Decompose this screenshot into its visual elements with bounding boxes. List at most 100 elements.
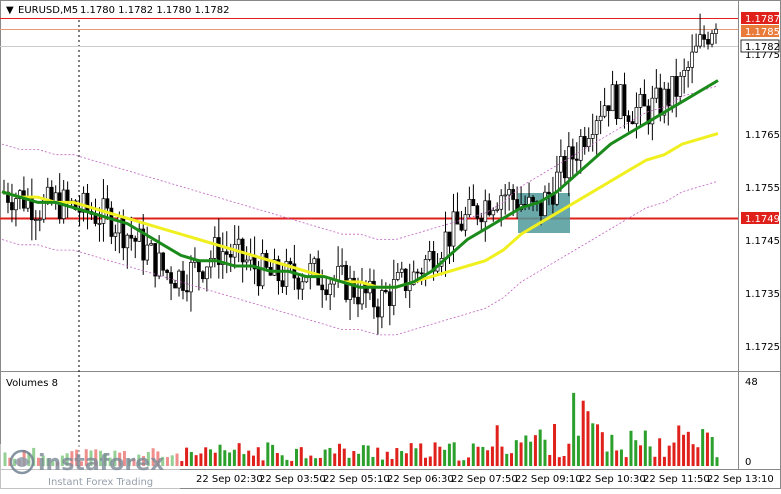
volume-bar [213, 452, 217, 466]
candle-body [559, 156, 563, 173]
time-label: 22 Sep 02:30 [196, 474, 263, 485]
price-tick: 1.1755 [745, 183, 780, 194]
time-label: 22 Sep 06:30 [387, 474, 454, 485]
volume-bar [576, 435, 580, 466]
volume-bar [366, 445, 370, 466]
candle-body [85, 192, 90, 212]
candle-body [555, 171, 559, 205]
badge-top-red-label: 1.1787 [745, 14, 780, 25]
candle-body [45, 186, 50, 201]
volume-bar [495, 425, 499, 466]
logo-brand: instaforex [38, 451, 164, 476]
candle-body [387, 291, 392, 307]
candle-body [634, 107, 639, 125]
candle-body [570, 146, 575, 160]
logo-tagline: Instant Forex Trading [48, 477, 153, 488]
time-label: 22 Sep 13:10 [707, 474, 774, 485]
badge-level-label: 1.1749 [745, 214, 780, 225]
candle-body [296, 277, 301, 290]
candle-body [574, 158, 579, 161]
candle-body [97, 223, 102, 225]
volume-bar [189, 452, 193, 466]
volume-bar [600, 432, 604, 466]
candle-body [451, 211, 456, 247]
volume-bar [514, 440, 518, 466]
candle-body [423, 259, 428, 275]
candle-body [125, 234, 130, 249]
volume-bar [615, 450, 619, 466]
candle-body [702, 34, 706, 40]
volume-bar [390, 458, 394, 466]
volume-bar [232, 449, 236, 466]
candle-body [539, 202, 543, 217]
candle-body [165, 269, 169, 273]
candle-body [419, 272, 424, 275]
volume-bar [333, 453, 337, 466]
volume-bar [648, 446, 652, 466]
volume-bar [290, 460, 294, 466]
candle-body [407, 284, 412, 292]
volume-bar [185, 447, 189, 466]
candle-body [531, 196, 535, 202]
volume-bar [710, 437, 714, 466]
volume-bar [261, 460, 265, 466]
candle-body [244, 259, 249, 263]
candle-body [483, 200, 488, 223]
volume-bar [548, 454, 552, 466]
header-arrow-icon[interactable]: ▼ [6, 5, 14, 16]
candle-body [714, 28, 718, 34]
volume-bar [433, 442, 437, 466]
volume-bar [414, 448, 418, 466]
volume-bar [361, 445, 365, 466]
chart-frame [0, 0, 781, 489]
candle-body [547, 191, 551, 194]
volume-bar [275, 453, 279, 466]
candle-body [594, 120, 599, 135]
candle-body [626, 115, 631, 122]
trading-chart[interactable]: ▼ EURUSD,M5 1.1780 1.1782 1.1780 1.1782 … [0, 0, 781, 489]
volume-bar [543, 439, 547, 466]
time-label: 22 Sep 03:50 [259, 474, 326, 485]
volume-bar [256, 447, 260, 466]
volume-bar [285, 459, 289, 466]
volume-bar [562, 455, 566, 466]
volume-bar [447, 443, 451, 466]
candle-body [320, 284, 325, 291]
volume-bar [686, 431, 690, 466]
volume-bar [471, 443, 475, 466]
volume-bar [304, 458, 308, 466]
candle-body [145, 244, 150, 261]
candle-body [610, 84, 615, 112]
volume-bar [586, 411, 590, 466]
volume-bar [385, 451, 389, 466]
price-tick: 1.1735 [745, 289, 780, 300]
volume-tick-zero: 0 [745, 457, 751, 468]
volume-bar [180, 461, 184, 466]
candle-body [399, 268, 404, 273]
price-tick: 1.1765 [745, 130, 780, 141]
volume-bar [428, 456, 432, 466]
candle-body [129, 234, 134, 239]
volume-bar [266, 442, 270, 466]
volume-bar [294, 448, 298, 466]
candle-body [256, 268, 261, 287]
volume-bar [419, 443, 423, 466]
volume-bar [672, 442, 676, 466]
candle-body [710, 33, 714, 45]
candle-body [197, 260, 201, 273]
volume-bar [223, 450, 227, 466]
candle-body [300, 281, 305, 290]
volume-bar [591, 423, 595, 466]
volume-bar [395, 448, 399, 466]
candle-body [578, 136, 583, 161]
volume-bar [529, 441, 533, 466]
candle-body [566, 146, 571, 179]
volume-label: Volumes 8 [6, 378, 58, 389]
candle-body [14, 198, 18, 211]
time-label: 22 Sep 07:50 [451, 474, 518, 485]
price-tick: 1.1725 [745, 342, 780, 353]
volume-bar [443, 449, 447, 466]
candle-body [189, 262, 193, 293]
candle-body [376, 306, 380, 318]
candle-body [37, 218, 42, 221]
